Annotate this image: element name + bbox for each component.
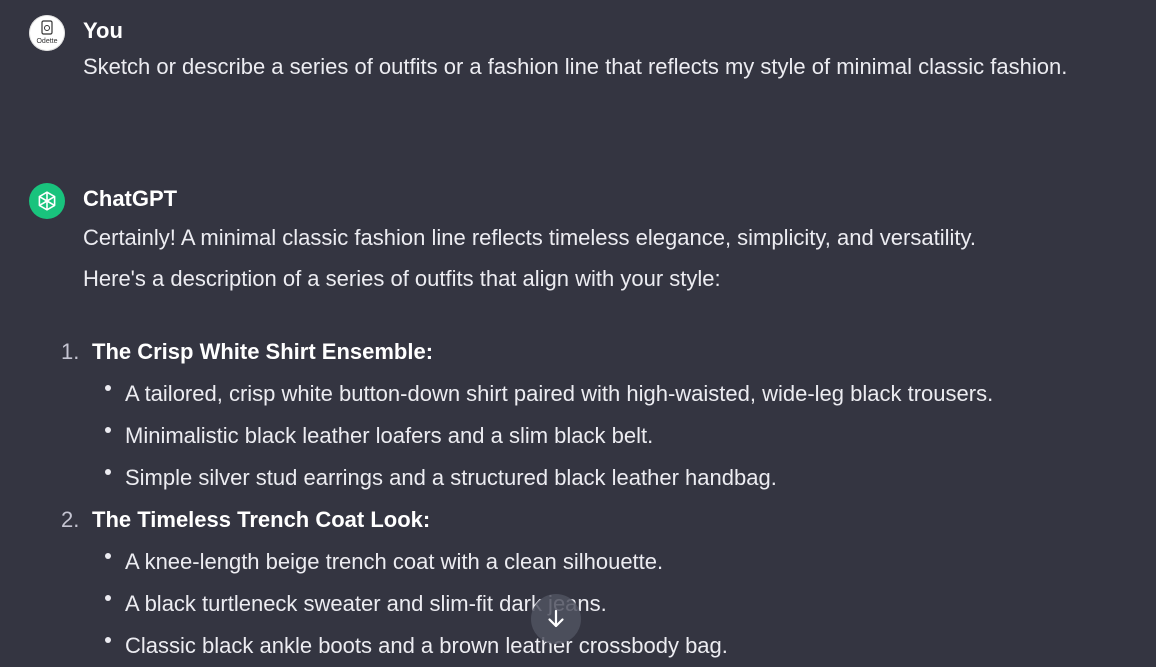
bullet-text: Simple silver stud earrings and a struct… [125, 465, 777, 490]
list-item-number: 2. [61, 507, 80, 532]
user-author-name: You [83, 18, 123, 43]
openai-logo-icon [38, 191, 56, 211]
assistant-intro-1: Certainly! A minimal classic fashion lin… [83, 225, 976, 250]
scroll-to-bottom-button[interactable] [531, 594, 581, 644]
list-item-number: 1. [61, 339, 80, 364]
bullet-text: Minimalistic black leather loafers and a… [125, 423, 654, 448]
user-avatar: Odette [29, 15, 65, 51]
bullet-dot [105, 553, 111, 559]
bullet-text: Classic black ankle boots and a brown le… [125, 633, 728, 658]
arrow-down-icon [548, 609, 564, 628]
assistant-avatar [29, 183, 65, 219]
assistant-intro-2: Here's a description of a series of outf… [83, 266, 721, 291]
assistant-author-name: ChatGPT [83, 186, 178, 211]
user-message-text: Sketch or describe a series of outfits o… [83, 54, 1068, 79]
bullet-text: A knee-length beige trench coat with a c… [125, 549, 664, 574]
list-item-title: The Crisp White Shirt Ensemble: [92, 339, 434, 364]
bullet-dot [105, 595, 111, 601]
bullet-dot [105, 637, 111, 643]
user-avatar-logo-icon: Odette [29, 15, 65, 51]
bullet-dot [105, 469, 111, 475]
chat-page: Odette You Sketch or describe a series o… [0, 0, 1156, 667]
bullet-dot [105, 385, 111, 391]
bullet-text: A tailored, crisp white button-down shir… [125, 381, 994, 406]
bullet-dot [105, 427, 111, 433]
avatar-text: Odette [36, 38, 57, 45]
list-item-title: The Timeless Trench Coat Look: [92, 507, 431, 532]
